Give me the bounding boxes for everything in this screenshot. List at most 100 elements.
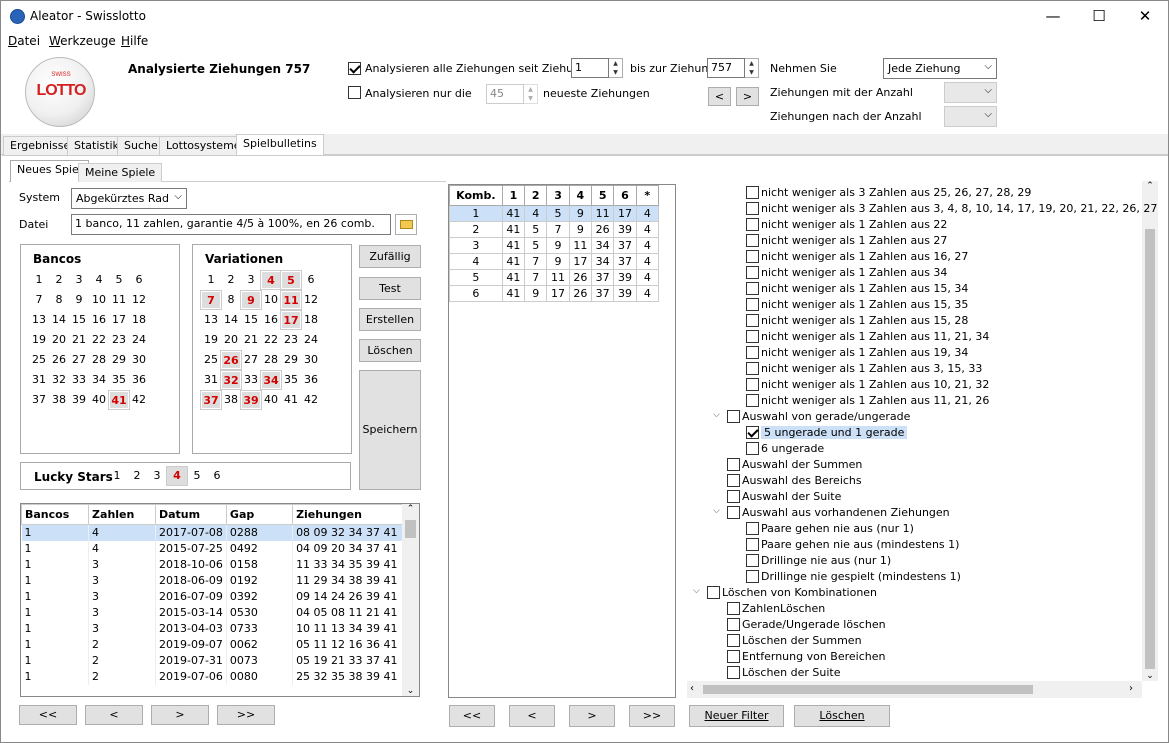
filter-checkbox[interactable]	[746, 218, 759, 231]
banco-number-27[interactable]: 27	[69, 351, 89, 369]
history-col-zahlen[interactable]: Zahlen	[88, 504, 156, 525]
delete-filter-button[interactable]: Löschen	[794, 705, 890, 727]
variation-number-31[interactable]: 31	[201, 371, 221, 389]
comb-row[interactable]: 4 41 7 9 17 34 37 4	[449, 253, 660, 270]
banco-number-5[interactable]: 5	[109, 271, 129, 289]
maximize-button[interactable]: ☐	[1076, 1, 1122, 32]
variation-number-36[interactable]: 36	[301, 371, 321, 389]
menu-datei[interactable]: Datei	[8, 34, 40, 48]
lucky-star-5[interactable]: 5	[187, 467, 207, 485]
variation-number-17[interactable]: 17	[280, 310, 302, 330]
table-row[interactable]: 1 3 2013-04-03 0733 10 11 13 34 39 41	[21, 620, 403, 637]
history-col-ziehungen[interactable]: Ziehungen	[292, 504, 403, 525]
variation-number-40[interactable]: 40	[261, 391, 281, 409]
banco-number-21[interactable]: 21	[69, 331, 89, 349]
filter-checkbox[interactable]	[727, 634, 740, 647]
filter-checkbox[interactable]	[746, 570, 759, 583]
banco-number-8[interactable]: 8	[49, 291, 69, 309]
variation-number-37[interactable]: 37	[200, 390, 222, 410]
to-draw-spinner[interactable]: ▲ ▼	[745, 58, 759, 78]
after-count-select[interactable]: ⌵	[944, 106, 997, 127]
banco-number-42[interactable]: 42	[129, 391, 149, 409]
to-draw-input[interactable]: 757	[707, 58, 745, 78]
filter-checkbox[interactable]	[746, 250, 759, 263]
comb-row[interactable]: 5 41 7 11 26 37 39 4	[449, 269, 660, 286]
banco-number-38[interactable]: 38	[49, 391, 69, 409]
variation-number-7[interactable]: 7	[200, 290, 222, 310]
filter-checkbox[interactable]	[707, 586, 720, 599]
take-select[interactable]: Jede Ziehung ⌵	[883, 58, 997, 79]
left-prev-button[interactable]: <	[85, 705, 143, 725]
banco-number-33[interactable]: 33	[69, 371, 89, 389]
banco-number-18[interactable]: 18	[129, 311, 149, 329]
subtab-neues-spiel[interactable]: Neues Spiel	[10, 160, 89, 182]
variation-number-1[interactable]: 1	[201, 271, 221, 289]
tab-spielbulletins[interactable]: Spielbulletins	[236, 134, 324, 156]
variation-number-4[interactable]: 4	[260, 270, 282, 290]
filter-checkbox[interactable]	[746, 234, 759, 247]
left-first-button[interactable]: <<	[19, 705, 77, 725]
expand-chevron-icon[interactable]: ⌵	[713, 506, 720, 516]
left-next-button[interactable]: >	[151, 705, 209, 725]
banco-number-36[interactable]: 36	[129, 371, 149, 389]
comb-col-header[interactable]: 4	[568, 185, 593, 206]
tab-lottosysteme[interactable]: Lottosysteme	[159, 136, 248, 155]
variation-number-20[interactable]: 20	[221, 331, 241, 349]
variation-number-25[interactable]: 25	[201, 351, 221, 369]
comb-col-header[interactable]: 2	[524, 185, 548, 206]
banco-number-24[interactable]: 24	[129, 331, 149, 349]
filter-checkbox[interactable]	[746, 426, 759, 439]
variation-number-23[interactable]: 23	[281, 331, 301, 349]
analyze-last-checkbox[interactable]	[348, 86, 361, 99]
from-draw-spinner[interactable]: ▲ ▼	[609, 58, 623, 78]
variation-number-14[interactable]: 14	[221, 311, 241, 329]
banco-number-4[interactable]: 4	[89, 271, 109, 289]
last-count-input[interactable]: 45	[486, 84, 524, 104]
variation-number-16[interactable]: 16	[261, 311, 281, 329]
last-count-spinner[interactable]: ▲ ▼	[524, 84, 538, 104]
filter-checkbox[interactable]	[746, 538, 759, 551]
variation-number-2[interactable]: 2	[221, 271, 241, 289]
banco-number-15[interactable]: 15	[69, 311, 89, 329]
from-draw-input[interactable]: 1	[571, 58, 609, 78]
filter-checkbox[interactable]	[746, 346, 759, 359]
banco-number-20[interactable]: 20	[49, 331, 69, 349]
variation-number-38[interactable]: 38	[221, 391, 241, 409]
variation-number-12[interactable]: 12	[301, 291, 321, 309]
filter-checkbox[interactable]	[746, 282, 759, 295]
filter-checkbox[interactable]	[746, 266, 759, 279]
table-row[interactable]: 1 4 2015-07-25 0492 04 09 20 34 37 41	[21, 540, 403, 557]
banco-number-37[interactable]: 37	[29, 391, 49, 409]
filter-checkbox[interactable]	[727, 666, 740, 679]
banco-number-19[interactable]: 19	[29, 331, 49, 349]
prev-draw-button[interactable]: <	[708, 87, 731, 106]
banco-number-25[interactable]: 25	[29, 351, 49, 369]
banco-number-39[interactable]: 39	[69, 391, 89, 409]
variation-number-5[interactable]: 5	[280, 270, 302, 290]
banco-number-10[interactable]: 10	[89, 291, 109, 309]
banco-number-2[interactable]: 2	[49, 271, 69, 289]
variation-number-35[interactable]: 35	[281, 371, 301, 389]
tree-horizontal-scrollbar[interactable]: ‹ ›	[687, 681, 1142, 698]
banco-number-26[interactable]: 26	[49, 351, 69, 369]
variation-number-22[interactable]: 22	[261, 331, 281, 349]
mid-prev-button[interactable]: <	[509, 705, 555, 727]
variation-number-27[interactable]: 27	[241, 351, 261, 369]
variation-number-6[interactable]: 6	[301, 271, 321, 289]
banco-number-34[interactable]: 34	[89, 371, 109, 389]
variation-number-19[interactable]: 19	[201, 331, 221, 349]
lucky-star-1[interactable]: 1	[107, 467, 127, 485]
filter-checkbox[interactable]	[727, 458, 740, 471]
lucky-star-2[interactable]: 2	[127, 467, 147, 485]
table-row[interactable]: 1 2 2019-09-07 0062 05 11 12 16 36 41	[21, 636, 403, 653]
filter-checkbox[interactable]	[746, 186, 759, 199]
variation-number-28[interactable]: 28	[261, 351, 281, 369]
filter-checkbox[interactable]	[746, 442, 759, 455]
test-button[interactable]: Test	[359, 277, 421, 300]
banco-number-35[interactable]: 35	[109, 371, 129, 389]
delete-button[interactable]: Löschen	[359, 339, 421, 362]
menu-hilfe[interactable]: Hilfe	[121, 34, 148, 48]
table-row[interactable]: 1 4 2017-07-08 0288 08 09 32 34 37 41	[21, 524, 403, 541]
history-col-gap[interactable]: Gap	[225, 504, 294, 525]
banco-number-29[interactable]: 29	[109, 351, 129, 369]
